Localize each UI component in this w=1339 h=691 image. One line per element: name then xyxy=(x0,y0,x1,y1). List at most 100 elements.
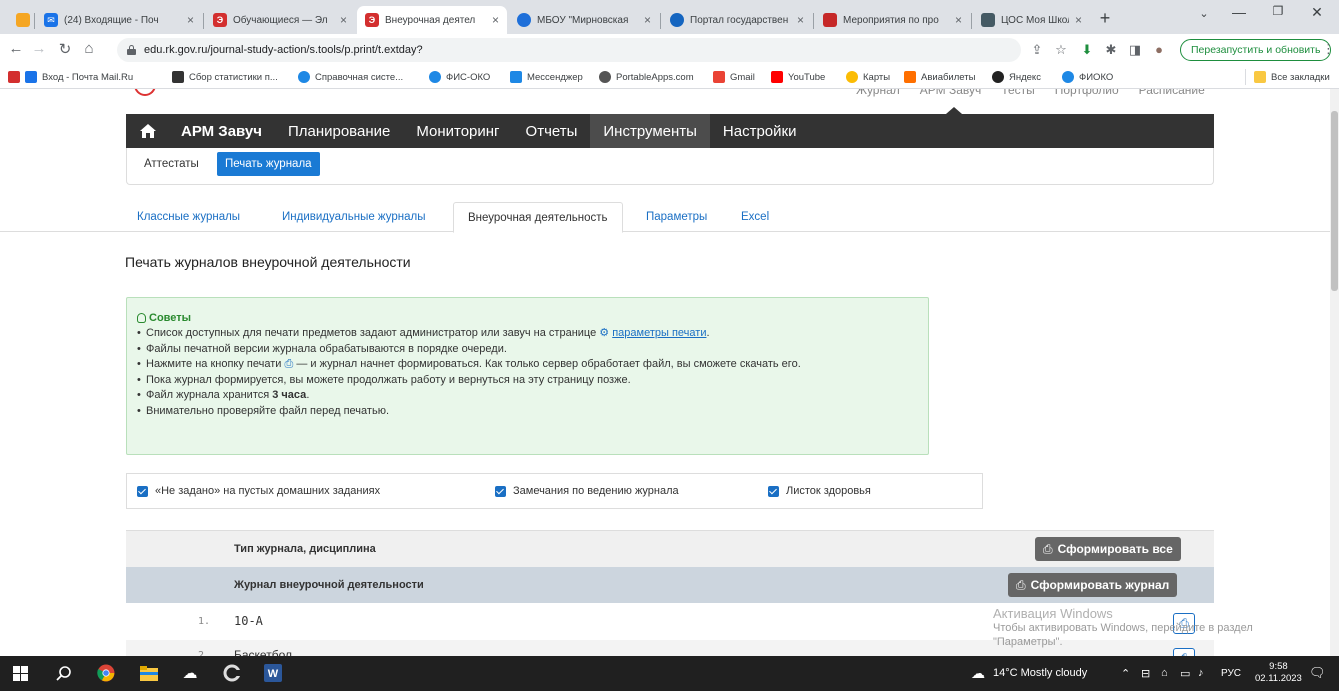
bookmark-messenger[interactable]: Мессенджер xyxy=(510,69,583,85)
tab-close-icon[interactable]: × xyxy=(492,13,499,27)
url-bar[interactable]: edu.rk.gov.ru/journal-study-action/s.too… xyxy=(117,38,1021,62)
page-scrollbar[interactable] xyxy=(1330,89,1339,656)
system-clock[interactable]: 9:58 02.11.2023 xyxy=(1255,661,1302,685)
home-icon[interactable] xyxy=(126,114,168,148)
network-app-icon[interactable]: ☁ xyxy=(180,663,200,683)
browser-tab-gosuslugi[interactable]: Портал государствен × xyxy=(662,6,812,34)
chrome-icon[interactable] xyxy=(96,663,116,683)
browser-tab-school[interactable]: МБОУ "Мирновская × xyxy=(509,6,659,34)
submenu-print-journal[interactable]: Печать журнала xyxy=(217,152,320,176)
submenu-certificates[interactable]: Аттестаты xyxy=(136,152,207,176)
bookmark-aviatickets[interactable]: Авиабилеты xyxy=(904,69,975,85)
new-tab-button[interactable]: + xyxy=(1093,8,1117,30)
weather-cloud-icon[interactable]: ☁ xyxy=(969,663,987,683)
bookmark-star-icon[interactable]: ☆ xyxy=(1052,42,1070,58)
tab-favicon-icon xyxy=(16,13,30,27)
help-system-icon xyxy=(298,71,310,83)
side-panel-icon[interactable]: ◨ xyxy=(1126,42,1144,58)
menu-reports[interactable]: Отчеты xyxy=(513,114,591,148)
minimize-button[interactable]: — xyxy=(1224,4,1254,20)
top-nav-arm[interactable]: АРМ Завуч xyxy=(920,89,982,97)
browser-tab-myschool[interactable]: ЦОС Моя Школа × xyxy=(973,6,1090,34)
form-all-button[interactable]: ⎙ Сформировать все xyxy=(1035,537,1181,561)
display-icon[interactable]: ▭ xyxy=(1180,667,1190,680)
checkbox-checked-icon[interactable] xyxy=(495,485,506,497)
tab-close-icon[interactable]: × xyxy=(797,13,804,27)
word-icon[interactable]: W xyxy=(263,663,283,683)
weather-text[interactable]: 14°C Mostly cloudy xyxy=(993,667,1087,679)
profile-avatar-icon[interactable]: ● xyxy=(1150,42,1168,57)
tab-extracurricular[interactable]: Внеурочная деятельность xyxy=(453,202,623,233)
bookmark-youtube[interactable]: YouTube xyxy=(771,69,825,85)
browser-tab-events[interactable]: Мероприятия по про × xyxy=(815,6,970,34)
tab-close-icon[interactable]: × xyxy=(187,13,194,27)
top-nav-journal[interactable]: Журнал xyxy=(856,89,900,97)
bookmark-gmail[interactable]: Gmail xyxy=(713,69,755,85)
all-bookmarks-folder[interactable]: Все закладки xyxy=(1245,69,1330,85)
scrollbar-thumb[interactable] xyxy=(1331,111,1338,291)
extensions-icon[interactable]: ✱ xyxy=(1102,42,1120,58)
browser-tab-extday[interactable]: Э Внеурочная деятел × xyxy=(357,6,507,34)
bookmark-help-system[interactable]: Справочная систе... xyxy=(298,69,403,85)
top-nav-schedule[interactable]: Расписание xyxy=(1139,89,1205,97)
share-icon[interactable]: ⇪ xyxy=(1028,42,1046,58)
tab-close-icon[interactable]: × xyxy=(1075,13,1082,27)
checkbox-checked-icon[interactable] xyxy=(137,485,148,497)
print-settings-link[interactable]: параметры печати xyxy=(612,327,706,339)
network-icon[interactable]: ⌂ xyxy=(1161,667,1168,679)
file-explorer-icon[interactable] xyxy=(139,663,159,683)
site-logo-icon[interactable] xyxy=(134,89,156,96)
back-arrow-icon[interactable]: ← xyxy=(6,40,26,57)
tab-class-journals[interactable]: Классные журналы xyxy=(123,202,254,232)
restart-update-button[interactable]: Перезапустить и обновить xyxy=(1180,39,1332,61)
bookmark-edu[interactable] xyxy=(8,69,25,85)
tab-parameters[interactable]: Параметры xyxy=(632,202,721,232)
menu-tools[interactable]: Инструменты xyxy=(590,114,710,148)
ccleaner-icon[interactable] xyxy=(222,663,242,683)
browser-menu-icon[interactable]: ⋮ xyxy=(1322,41,1335,57)
menu-planning[interactable]: Планирование xyxy=(275,114,403,148)
shield-favicon-icon xyxy=(823,13,837,27)
tab-search-chevron-icon[interactable]: ⌄ xyxy=(1189,7,1219,20)
tray-app-icon[interactable]: ⊟ xyxy=(1141,667,1150,680)
language-indicator[interactable]: РУС xyxy=(1221,668,1241,679)
close-window-button[interactable]: ✕ xyxy=(1302,4,1332,21)
bookmark-statistics[interactable]: Сбор статистики п... xyxy=(172,69,278,85)
notifications-icon[interactable]: 🗨 xyxy=(1309,665,1326,681)
tab-close-icon[interactable]: × xyxy=(340,13,347,27)
tray-overflow-icon[interactable]: ⌃ xyxy=(1121,667,1130,680)
lock-icon[interactable] xyxy=(127,45,136,55)
restore-button[interactable]: ❐ xyxy=(1263,4,1293,18)
volume-icon[interactable]: ♪ xyxy=(1198,667,1204,679)
tab-close-icon[interactable]: × xyxy=(955,13,962,27)
menu-monitoring[interactable]: Мониторинг xyxy=(403,114,512,148)
menu-brand-arm[interactable]: АРМ Завуч xyxy=(168,114,275,148)
option-journal-remarks[interactable]: Замечания по ведению журнала xyxy=(495,485,679,497)
reload-icon[interactable]: ↻ xyxy=(55,40,75,58)
tab-close-icon[interactable]: × xyxy=(644,13,651,27)
forward-arrow-icon[interactable]: → xyxy=(29,40,49,57)
print-row-button[interactable]: ⎙ xyxy=(1173,648,1195,656)
home-icon[interactable]: ⌂ xyxy=(79,40,99,57)
search-icon[interactable] xyxy=(54,663,74,683)
tab-individual-journals[interactable]: Индивидуальные журналы xyxy=(268,202,439,232)
bookmark-fioko[interactable]: ФИОКО xyxy=(1062,69,1113,85)
option-health-sheet[interactable]: Листок здоровья xyxy=(768,485,871,497)
menu-settings[interactable]: Настройки xyxy=(710,114,810,148)
browser-tab-mail[interactable]: ✉ (24) Входящие - Поч × xyxy=(36,6,202,34)
top-nav-tests[interactable]: Тесты xyxy=(1001,89,1034,97)
bookmark-portableapps[interactable]: PortableApps.com xyxy=(599,69,694,85)
option-empty-homework[interactable]: «Не задано» на пустых домашних заданиях xyxy=(137,485,380,497)
checkbox-checked-icon[interactable] xyxy=(768,485,779,497)
bookmark-maps[interactable]: Карты xyxy=(846,69,890,85)
bookmark-mailru[interactable]: Вход - Почта Mail.Ru xyxy=(25,69,133,85)
top-nav-portfolio[interactable]: Портфолио xyxy=(1055,89,1119,97)
browser-tab-students[interactable]: Э Обучающиеся — Эл × xyxy=(205,6,355,34)
windows-start-icon[interactable] xyxy=(10,663,30,683)
tab-excel[interactable]: Excel xyxy=(727,202,783,232)
form-journal-button[interactable]: ⎙ Сформировать журнал xyxy=(1008,573,1178,597)
bookmark-fis-oko[interactable]: ФИС-ОКО xyxy=(429,69,490,85)
download-extension-icon[interactable]: ⬇ xyxy=(1078,42,1096,58)
browser-tab-pinned[interactable] xyxy=(8,6,34,34)
bookmark-yandex[interactable]: Яндекс xyxy=(992,69,1041,85)
